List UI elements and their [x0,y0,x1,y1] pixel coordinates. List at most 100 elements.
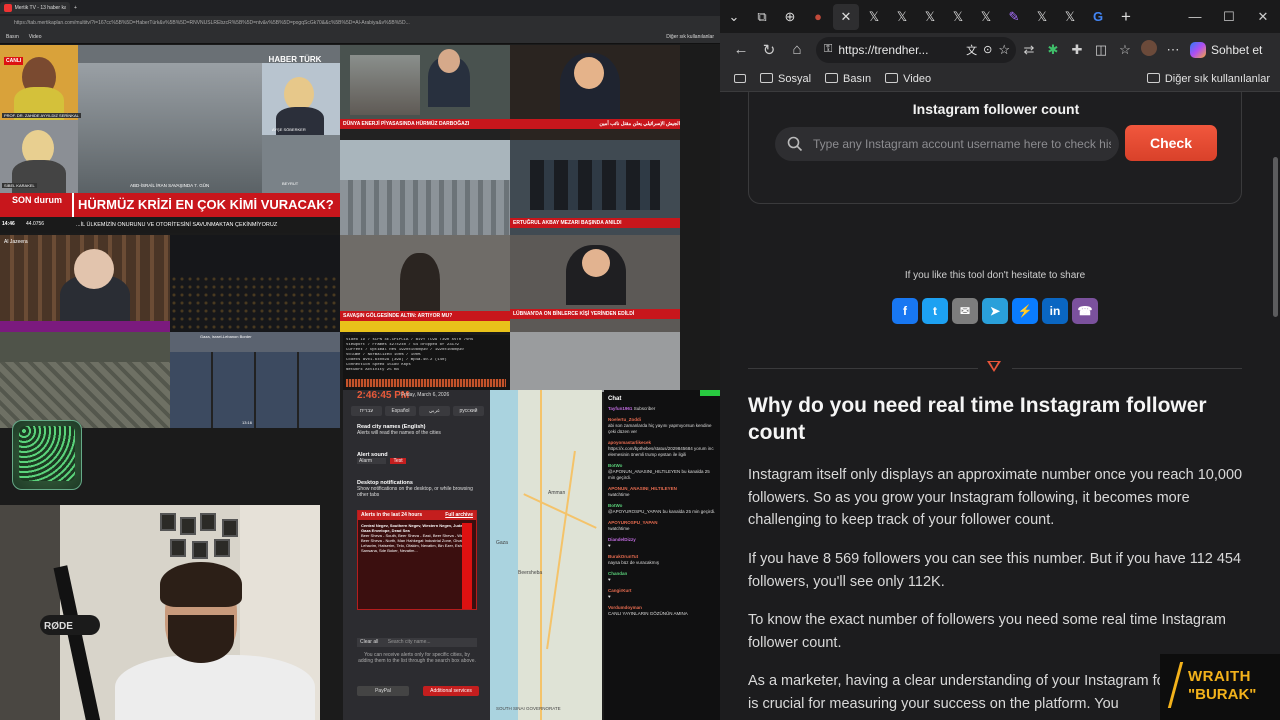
email-share-button[interactable]: ✉ [952,298,978,324]
lang-russian-button[interactable]: русский [453,406,484,416]
news-tile-lebanon[interactable]: LÜBNAN'DA ON BİNLERCE KİŞİ YERİNDEN EDİL… [510,235,680,332]
viber-share-button[interactable]: ☎ [1072,298,1098,324]
news-tile-funeral[interactable]: ERTUĞRUL AKBAY MEZARI BAŞINDA ANILDI [510,140,680,235]
chat-message: BotWo @APOYUROSPU_YAPAN bu kanalda 25 min… [608,503,716,514]
news-tile-aerial-city[interactable] [0,332,170,428]
lang-arabic-button[interactable]: عربي [419,406,450,416]
collections-icon[interactable]: ⧉ [749,4,775,30]
left-tab-bar: Mertik TV - 13 haber kanalını aynı... + [0,0,720,16]
news-tile-skyline[interactable] [340,140,510,235]
city-search-input[interactable]: Search city name... [388,639,431,645]
username-search-box[interactable] [775,127,1119,161]
clear-all-label: Clear all [360,639,379,645]
haberturk-video-tile[interactable]: HABER TÜRK CANLI PROF. DR. ZAHİDE AYYILD… [0,45,340,233]
additional-services-button[interactable]: Additional services [423,686,479,696]
left-browser-window: Mertik TV - 13 haber kanalını aynı... + … [0,0,720,720]
copilot-button[interactable]: Sohbet et [1190,41,1262,58]
active-tab-close-icon[interactable]: ✕ [833,3,859,30]
extensions-puzzle-icon[interactable]: ✚ [1066,42,1088,58]
tab-google-icon[interactable]: G [1085,4,1111,30]
tab-x-icon[interactable]: 𝕏 [889,4,915,30]
anchor-caption: AYŞE SÖBERKER [272,127,306,132]
messenger-share-button[interactable]: ⚡ [1012,298,1038,324]
close-window-icon[interactable]: ✕ [1246,9,1280,25]
tab-x-icon[interactable]: 𝕏 [945,4,971,30]
page-scrollbar[interactable] [1270,92,1280,720]
minimize-icon[interactable]: — [1178,9,1212,25]
search-icon [787,136,803,152]
news-tile-hazy-city[interactable] [510,332,680,392]
chat-message: CangirKurt ♥ [608,588,632,599]
check-button[interactable]: Check [1125,125,1217,161]
guest-caption-2: SİBEL KARAKEL [2,183,37,188]
option-read-names[interactable]: Read city names (English) Alerts will re… [357,424,484,436]
reader-icon[interactable]: ⊙ [983,43,992,56]
tab-x-icon[interactable]: 𝕏 [917,4,943,30]
paypal-button[interactable]: PayPal [357,686,409,696]
region-map[interactable]: Amman Gaza Beersheba SOUTH SINAI GOVERNO… [490,390,602,720]
option-desktop-notifications[interactable]: Desktop notifications Show notifications… [357,480,484,498]
news-tile-arabic[interactable]: الجيش الإسرائيلي يعلن مقتل نائب أمين [510,45,680,140]
linkedin-share-button[interactable]: in [1042,298,1068,324]
username-input[interactable] [813,137,1111,151]
tab-x-icon[interactable]: 𝕏 [973,4,999,30]
location-caption: BEYRUT [282,181,299,186]
facebook-share-button[interactable]: f [892,298,918,324]
desktop-screen: Mertik TV - 13 haber kanalını aynı... + … [0,0,1280,720]
left-active-tab[interactable]: Mertik TV - 13 haber kanalını aynı... [0,2,70,14]
telegram-share-button[interactable]: ➤ [982,298,1008,324]
twitter-share-button[interactable]: t [922,298,948,324]
extension-green-icon[interactable]: ✱ [1042,42,1064,58]
recycle-bin-widget[interactable] [12,420,82,490]
alert-sound-select[interactable]: Alarm [357,458,387,464]
bookmark-sosyal[interactable]: Sosyal [760,72,811,85]
back-arrow-icon[interactable]: ← [728,41,754,58]
bookmark-video[interactable]: Video [885,72,931,85]
lang-hebrew-button[interactable]: עברית [351,406,382,416]
section-divider [748,368,978,369]
card-title: Instagram follower count [912,101,1080,117]
news-tile-aljazeera[interactable]: Al Jazeera [0,235,170,332]
favorites-icon[interactable]: ☆ [1114,42,1136,58]
left-bookmark-video[interactable]: Video [29,34,42,40]
tab-actions-chevron-down-icon[interactable]: ⌄ [721,4,747,30]
translate-icon[interactable]: 文 [966,42,977,58]
tab-site-icon[interactable]: ● [805,4,831,30]
alert-sound-test-button[interactable]: Test [390,458,406,464]
profile-avatar[interactable] [1138,40,1160,59]
home-icon[interactable]: ⌂ [784,41,810,58]
news-tile-multicam[interactable]: Gaza, Israel-Lebanon Border 13:16 [170,332,340,428]
bookmark-other[interactable]: Diğer sık kullanılanlar [1146,72,1270,85]
tab-globe-icon[interactable]: ⊕ [777,4,803,30]
left-bookmark-basin[interactable]: Basın [6,34,19,40]
tab-twitch-icon[interactable]: ✎ [1001,4,1027,30]
left-new-tab-button[interactable]: + [70,2,81,14]
news-tile-gold[interactable]: SAVAŞIN GÖLGESİNDE ALTIN: ARTIYOR MU? [340,235,510,332]
more-menu-icon[interactable]: ⋯ [1162,42,1184,58]
translate-toolbar-icon[interactable]: ⇄ [1018,42,1040,58]
option-alert-sound[interactable]: Alert sound Alarm Test [357,452,484,464]
clear-all-button[interactable]: Clear all Search city name... [357,638,477,647]
favorite-star-icon[interactable]: ☆ [998,42,1010,58]
left-bookmark-other[interactable]: Diğer sık kullanılanlar [666,34,714,40]
lang-spanish-button[interactable]: Español [385,406,416,416]
maximize-icon[interactable]: ☐ [1212,9,1246,25]
left-address-bar[interactable]: https://tab.mertikaplan.com/multitv/?i=1… [0,16,720,30]
tab-x-icon[interactable]: 𝕏 [1029,4,1055,30]
url-field[interactable]: ⚿ https://trendher... 文 ⊙ ☆ [816,36,1016,63]
war-day-caption: ABD-İSRAİL İRAN SAVAŞINDA 7. GÜN [130,183,210,188]
full-archive-link[interactable]: Full archive [445,511,473,520]
news-tile-night-city[interactable] [170,235,340,332]
tab-x-icon[interactable]: 𝕏 [861,4,887,30]
scrollbar-thumb[interactable] [1273,157,1278,317]
refresh-icon[interactable]: ↻ [756,41,782,59]
bookmarks-toggle-icon[interactable] [734,74,746,83]
news-tile-energy[interactable]: DÜNYA ENERJİ PİYASASINDA HÜRMÜZ DARBOĞAZ… [340,45,510,140]
alerts-list-header: Alerts in the last 24 hours Full archive [358,511,476,520]
new-tab-icon[interactable]: + [1113,4,1139,30]
tab-x-icon[interactable]: 𝕏 [1057,4,1083,30]
bookmark-basin[interactable]: Basın [825,72,871,85]
split-screen-icon[interactable]: ◫ [1090,42,1112,58]
chat-message: APONUN_ANASINI_HILTILEYEN !watchtime [608,486,677,497]
site-info-icon[interactable]: ⚿ [824,43,832,56]
